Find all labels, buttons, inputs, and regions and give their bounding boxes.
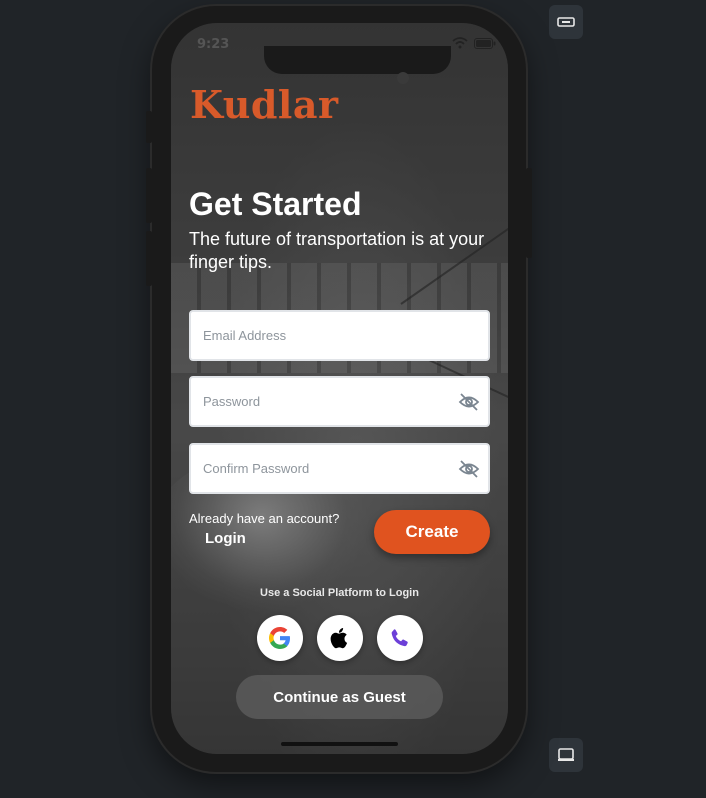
have-account-text: Already have an account? [189,511,340,526]
page-title: Get Started [189,186,362,222]
phone-notch [264,46,451,74]
apple-login-button[interactable] [317,615,363,661]
home-indicator [281,742,398,746]
toolbar-minimize-button[interactable] [549,5,583,39]
status-time: 9:23 [197,37,230,52]
toolbar-device-button[interactable] [549,738,583,772]
google-login-button[interactable] [257,615,303,661]
google-icon [269,627,290,649]
minimize-icon [557,17,575,27]
eye-off-icon[interactable] [458,392,480,412]
confirm-password-field[interactable]: Confirm Password [189,443,490,494]
camera-dot [397,72,409,84]
eye-off-icon[interactable] [458,459,480,479]
wifi-icon [452,37,468,49]
confirm-password-placeholder: Confirm Password [203,461,310,476]
apple-icon [330,628,348,649]
brand-logo: Kudlar [190,82,339,127]
password-placeholder: Password [203,394,261,409]
phone-side-button [526,168,532,258]
page-subtitle: The future of transportation is at your … [189,229,485,272]
phone-side-button [146,231,152,286]
login-link[interactable]: Login [205,530,246,547]
email-field[interactable]: Email Address [189,310,490,361]
email-placeholder: Email Address [203,328,287,343]
phone-icon [391,629,408,647]
password-field[interactable]: Password [189,376,490,427]
phone-login-button[interactable] [377,615,423,661]
continue-as-guest-button[interactable]: Continue as Guest [236,675,443,719]
phone-side-button [146,111,152,143]
laptop-icon [558,748,574,761]
phone-side-button [146,168,152,223]
create-button[interactable]: Create [374,510,490,554]
battery-icon [474,37,496,49]
status-icons [452,37,496,49]
social-login-label: Use a Social Platform to Login [260,587,419,599]
